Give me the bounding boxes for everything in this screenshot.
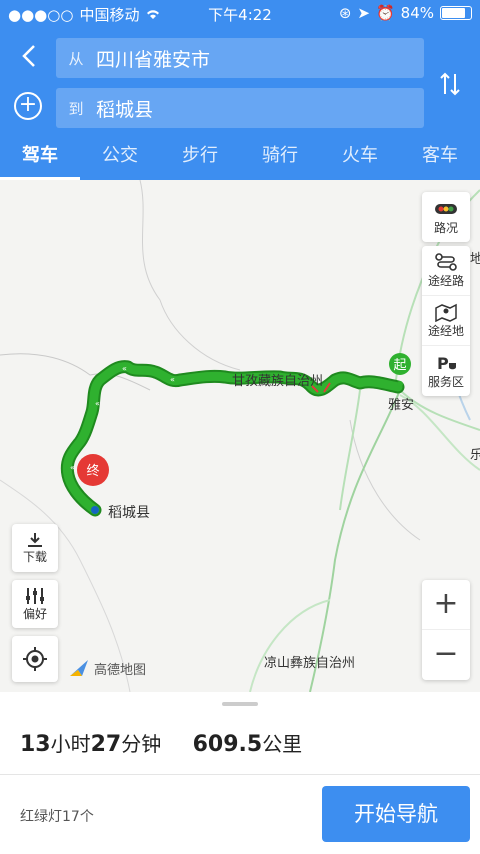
- back-button[interactable]: [14, 40, 46, 72]
- route-distance: 609.5: [192, 732, 263, 757]
- route-summary: 13小时27分钟 609.5公里: [20, 728, 302, 757]
- preference-label: 偏好: [22, 606, 47, 621]
- svg-text:«: «: [170, 375, 175, 384]
- service-area-button[interactable]: P 服务区: [422, 346, 470, 396]
- city-label-daocheng: 稻城县: [108, 505, 150, 521]
- zoom-out-button[interactable]: −: [422, 630, 470, 680]
- status-right: ⊛ ➤ ⏰ 84%: [339, 4, 472, 22]
- distance-unit: 公里: [262, 732, 303, 756]
- from-field[interactable]: 从 四川省雅安市: [56, 38, 424, 78]
- zoom-controls: + −: [422, 580, 470, 680]
- map-view[interactable]: « « « « 起 终 甘孜藏族自治州 雅安 稻城县 凉山彝族自治州 乐 地 路…: [0, 180, 480, 692]
- drag-handle[interactable]: [222, 702, 258, 706]
- start-marker: 起: [393, 358, 406, 373]
- preference-button[interactable]: 偏好: [12, 580, 58, 628]
- route-summary-panel: 13小时27分钟 609.5公里 红绿灯17个 开始导航: [0, 692, 480, 854]
- region-label-liangshan: 凉山彝族自治州: [264, 656, 356, 671]
- download-button[interactable]: 下载: [12, 524, 58, 572]
- battery-icon: [440, 6, 472, 20]
- traffic-light-icon: [435, 203, 457, 214]
- end-marker: 终: [86, 463, 99, 479]
- traffic-panel: 路况: [422, 192, 470, 242]
- traffic-button[interactable]: 路况: [422, 192, 470, 242]
- swap-arrows-icon: [440, 72, 460, 96]
- edge-label-le: 乐: [470, 448, 480, 463]
- waypoint-road-label: 途经路: [427, 274, 464, 288]
- swap-button[interactable]: [436, 70, 464, 100]
- svg-text:«: «: [95, 399, 100, 408]
- from-prefix: 从: [68, 49, 84, 68]
- duration-minutes: 27: [90, 732, 122, 757]
- to-value: 稻城县: [96, 98, 154, 121]
- waypoint-place-button[interactable]: 途经地: [422, 296, 470, 346]
- edge-label-di: 地: [470, 252, 480, 267]
- to-field[interactable]: 到 稻城县: [56, 88, 424, 128]
- tab-walk[interactable]: 步行: [160, 138, 240, 180]
- map-canvas: « « « « 起 终: [0, 180, 480, 692]
- rotation-lock-icon: ⊛: [338, 4, 352, 22]
- tab-drive[interactable]: 驾车: [0, 138, 80, 180]
- svg-text:«: «: [122, 364, 127, 373]
- download-icon: [28, 532, 42, 547]
- map-logo: 高德地图: [68, 658, 146, 678]
- city-label-yaan: 雅安: [388, 398, 415, 413]
- map-pin-icon: [435, 303, 457, 322]
- chevron-left-icon: [22, 45, 35, 67]
- status-bar: ●●●○○ 中国移动 下午4:22 ⊛ ➤ ⏰ 84%: [0, 0, 480, 28]
- add-waypoint-button[interactable]: +: [14, 92, 42, 120]
- service-area-icon: P: [437, 354, 456, 373]
- tab-coach[interactable]: 客车: [400, 138, 480, 180]
- locate-button[interactable]: [12, 636, 58, 682]
- tab-bus[interactable]: 公交: [80, 138, 160, 180]
- battery-percent: 84%: [400, 4, 434, 22]
- summary-divider: [0, 774, 480, 775]
- hours-unit: 小时: [50, 732, 91, 756]
- locate-crosshair-icon: [23, 647, 47, 671]
- map-logo-text: 高德地图: [94, 662, 147, 678]
- minutes-unit: 分钟: [121, 732, 162, 756]
- route-waypoint-icon: [435, 253, 457, 271]
- to-prefix: 到: [68, 99, 84, 118]
- traffic-lights-count: 红绿灯17个: [20, 809, 94, 825]
- location-arrow-icon: ➤: [357, 4, 370, 22]
- route-tools-panel: 途经路 途经地 P 服务区: [422, 246, 470, 396]
- waypoint-road-button[interactable]: 途经路: [422, 246, 470, 296]
- start-navigation-button[interactable]: 开始导航: [322, 786, 470, 842]
- region-label-ganzi: 甘孜藏族自治州: [232, 374, 324, 389]
- download-label: 下载: [22, 549, 47, 564]
- tab-bike[interactable]: 骑行: [240, 138, 320, 180]
- route-header: 从 四川省雅安市 + 到 稻城县 驾车 公交 步行 骑行 火车 客车: [0, 28, 480, 180]
- zoom-in-button[interactable]: +: [422, 580, 470, 630]
- from-value: 四川省雅安市: [96, 48, 211, 71]
- service-area-label: 服务区: [427, 374, 464, 389]
- alarm-icon: ⏰: [375, 4, 395, 22]
- duration-hours: 13: [20, 732, 51, 757]
- tab-train[interactable]: 火车: [320, 138, 400, 180]
- transport-tabs: 驾车 公交 步行 骑行 火车 客车: [0, 138, 480, 180]
- svg-text:P: P: [437, 354, 449, 373]
- sliders-icon: [26, 587, 44, 604]
- traffic-label: 路况: [433, 220, 458, 235]
- svg-text:«: «: [70, 463, 75, 472]
- amap-logo-icon: [70, 660, 88, 676]
- waypoint-place-label: 途经地: [427, 324, 464, 338]
